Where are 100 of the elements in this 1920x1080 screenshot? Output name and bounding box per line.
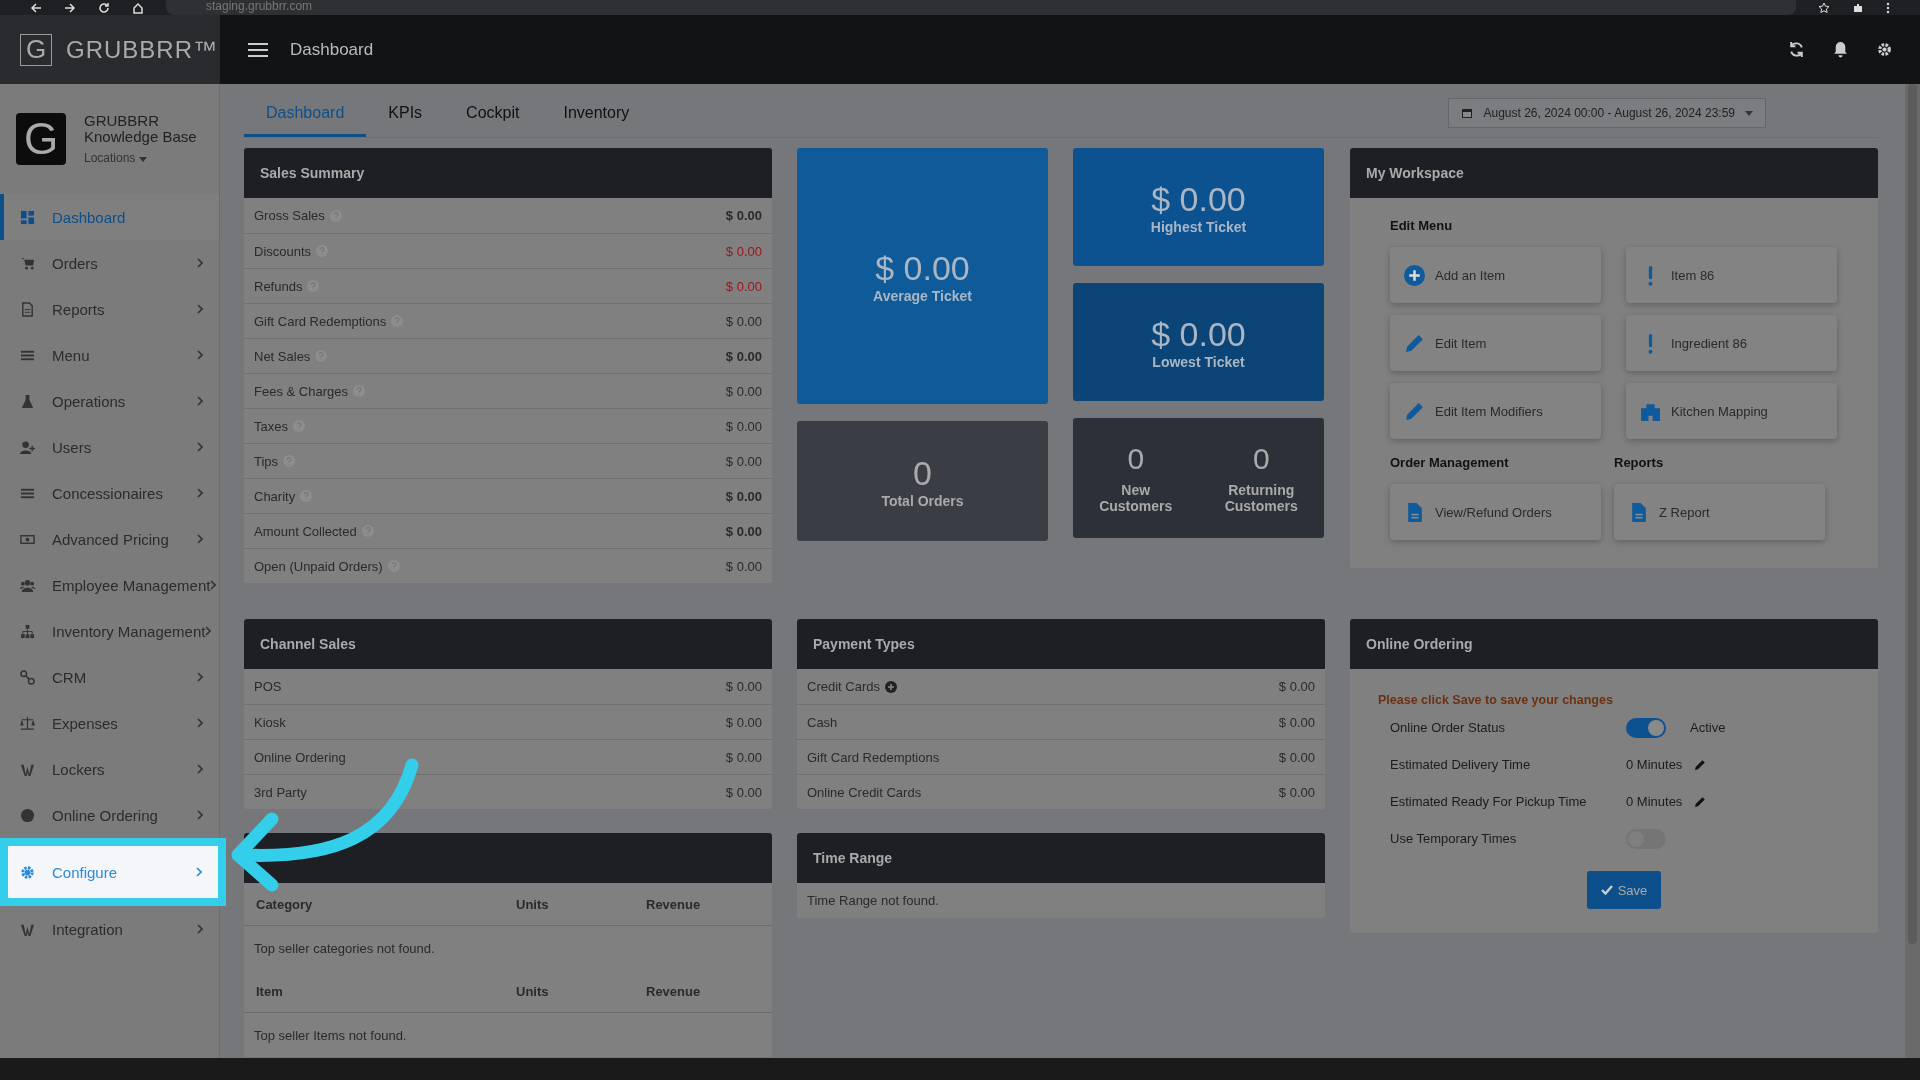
home-icon[interactable] [132,1,144,14]
shortcut-button[interactable]: Ingredient 86 [1626,315,1837,371]
stat-label: Returning Customers [1223,482,1299,514]
sidebar-item[interactable]: Concessionaires [0,470,219,516]
sidebar-item[interactable]: Expenses [0,700,219,746]
save-button[interactable]: Save [1586,871,1662,909]
row-value: $ 0.00 [725,313,762,329]
sidebar-item[interactable]: Online Ordering [0,792,219,838]
shortcut-button[interactable]: View/Refund Orders [1390,484,1601,540]
row-label: Refunds [254,278,303,294]
page-title: Dashboard [290,39,374,60]
plus-circle-icon[interactable] [884,680,897,693]
kebab-icon[interactable] [1886,1,1890,14]
row-label: Credit Cards [807,679,880,694]
sidebar-item[interactable]: Orders [0,240,219,286]
reload-icon[interactable] [98,1,110,14]
document-icon [20,301,35,317]
stat-label: Lowest Ticket [1152,353,1245,370]
toggle-switch[interactable] [1626,717,1666,738]
row-label: Taxes [254,418,288,434]
stat-label: Highest Ticket [1150,218,1247,235]
link-icon [20,669,35,685]
column-header: Revenue [646,896,701,912]
sidebar-item[interactable]: Operations [0,378,219,424]
row-value: $ 0.00 [725,523,762,539]
setting-value: 0 Minutes [1626,757,1683,772]
address-bar[interactable]: staging.grubbrr.com [166,0,1796,15]
sidebar-item[interactable]: Configure [0,838,226,906]
stat-value: 0 [1127,442,1145,476]
brand-name: GRUBBRR™ [66,35,218,64]
panel-header: Sales Summary [244,148,772,198]
sidebar-item[interactable]: Inventory Management [0,608,219,654]
store-name: GRUBBRR Knowledge Base [84,113,197,145]
user-icon [20,439,35,455]
sidebar-item[interactable]: CRM [0,654,219,700]
sidebar-item[interactable]: Reports [0,286,219,332]
section-title: Reports [1614,455,1665,470]
sidebar-item[interactable]: Employee Management [0,562,219,608]
scale-icon [20,715,35,731]
locations-dropdown[interactable]: Locations [84,151,197,165]
panel-header: Channel Sales [244,619,772,669]
back-icon[interactable] [30,1,42,14]
setting-label: Estimated Delivery Time [1390,757,1532,772]
sidebar-item[interactable]: Lockers [0,746,219,792]
forward-icon[interactable] [64,1,76,14]
panel-header: Payment Types [797,619,1325,669]
row-label: Charity [254,488,296,504]
empty-message: Time Range not found. [807,893,939,908]
scrollbar[interactable] [1905,84,1920,1058]
shortcut-button[interactable]: Add an Item [1390,247,1601,303]
check-icon [1600,885,1613,895]
shortcut-button[interactable]: Z Report [1614,484,1825,540]
stat-label: Average Ticket [873,287,972,304]
row-value: $ 0.00 [725,488,762,504]
sidebar-item[interactable]: Dashboard [0,194,219,240]
row-value: $ 0.00 [1278,749,1315,765]
row-label: Open (Unpaid Orders) [254,558,383,574]
row-label: Kiosk [254,714,286,730]
row-value: $ 0.00 [1278,784,1315,800]
pencil-icon[interactable] [1694,795,1707,808]
menu-icon[interactable] [248,42,268,57]
panel-header: My Workspace [1350,148,1878,198]
settings-icon[interactable] [1876,41,1893,58]
row-value: $ 0.00 [1278,679,1315,694]
row-value: $ 0.00 [725,784,762,800]
caret-icon [1745,110,1753,116]
shortcut-button[interactable]: Edit Item Modifiers [1390,383,1601,439]
date-range-picker[interactable]: August 26, 2024 00:00 - August 26, 2024 23:59 [1448,98,1766,128]
setting-label: Estimated Ready For Pickup Time [1390,794,1588,809]
puzzle-icon[interactable] [1852,1,1864,14]
refresh-icon[interactable] [1788,41,1805,58]
shortcut-button[interactable]: Edit Item [1390,315,1601,371]
section-title: Edit Menu [1390,218,1454,233]
row-label: Discounts [254,243,312,259]
row-label: Tips [254,453,279,469]
tab[interactable]: Dashboard [244,104,367,137]
calendar-icon [1461,107,1474,119]
setting-label: Online Order Status [1390,720,1506,735]
tab[interactable]: Inventory [541,104,652,137]
row-label: Cash [807,714,838,730]
bell-icon[interactable] [1832,41,1849,58]
shortcut-button[interactable]: Item 86 [1626,247,1837,303]
status-text: Active [1690,720,1726,735]
row-value: $ 0.00 [725,714,762,730]
stat-value: 0 [1252,442,1270,476]
sidebar-item[interactable]: Users [0,424,219,470]
sidebar-item[interactable]: Integration [0,906,219,952]
sidebar-item[interactable]: Advanced Pricing [0,516,219,562]
tab[interactable]: Cockpit [444,104,542,137]
sidebar-item[interactable]: Menu [0,332,219,378]
empty-message: Top seller Items not found. [254,1027,407,1043]
cart-icon [20,255,35,271]
pencil-icon[interactable] [1694,758,1707,771]
row-value: $ 0.00 [725,243,762,259]
row-label: Gift Card Redemptions [807,749,940,765]
star-icon[interactable] [1818,1,1830,14]
row-value: $ 0.00 [725,558,762,574]
tab[interactable]: KPIs [366,104,445,137]
shortcut-button[interactable]: Kitchen Mapping [1626,383,1837,439]
row-value: $ 0.00 [725,278,762,294]
